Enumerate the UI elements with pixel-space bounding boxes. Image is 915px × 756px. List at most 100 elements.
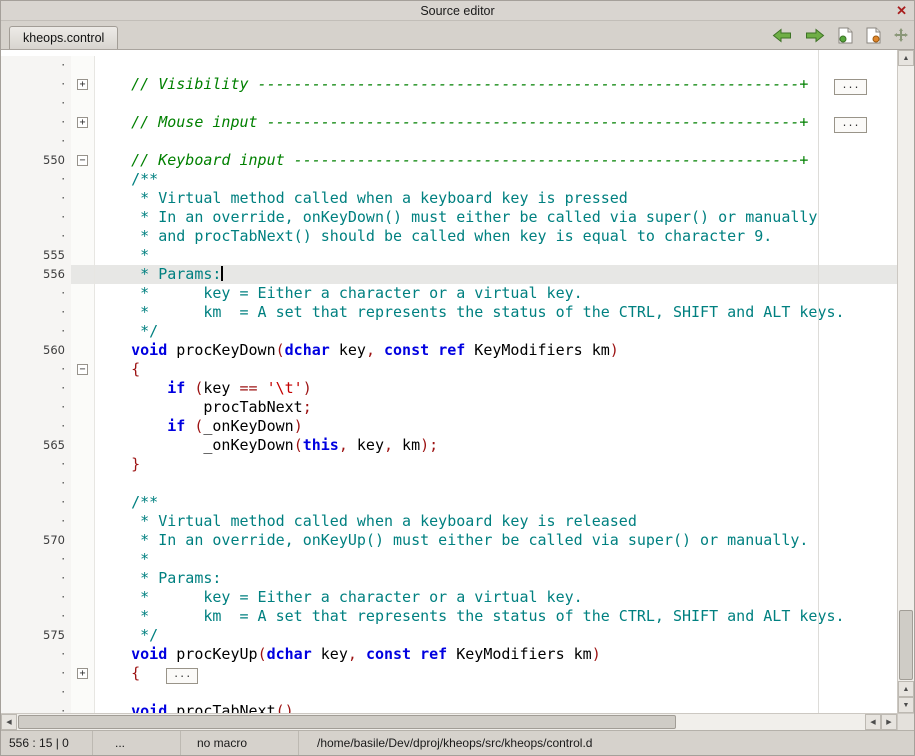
toolbar <box>772 21 908 49</box>
fold-expand-icon[interactable]: + <box>77 117 88 128</box>
code-text: // Keyboard input ----------------------… <box>95 151 897 170</box>
code-text: * In an override, onKeyDown() must eithe… <box>95 208 897 227</box>
fold-column <box>71 227 95 246</box>
scroll-right-icon[interactable]: ▶ <box>881 714 897 730</box>
fold-column <box>71 550 95 569</box>
code-line[interactable]: 555 * <box>1 246 897 265</box>
scroll-down-icon[interactable]: ▼ <box>898 697 914 713</box>
code-line[interactable]: · * Virtual method called when a keyboar… <box>1 189 897 208</box>
code-line[interactable]: · * km = A set that represents the statu… <box>1 607 897 626</box>
code-line[interactable]: 556 * Params: <box>1 265 897 284</box>
file-path: /home/basile/Dev/dproj/kheops/src/kheops… <box>299 731 914 755</box>
code-line[interactable]: · * Virtual method called when a keyboar… <box>1 512 897 531</box>
code-line[interactable]: · <box>1 132 897 151</box>
code-line[interactable]: · <box>1 56 897 75</box>
code-text: * Params: <box>95 265 897 284</box>
scroll-up-icon[interactable]: ▲ <box>898 681 914 697</box>
fold-column: − <box>71 360 95 379</box>
fold-collapse-icon[interactable]: − <box>77 364 88 375</box>
code-text: /** <box>95 493 897 512</box>
code-line[interactable]: ·+ {... <box>1 664 897 683</box>
code-line[interactable]: · procTabNext; <box>1 398 897 417</box>
code-line[interactable]: · /** <box>1 170 897 189</box>
code-line[interactable]: · /** <box>1 493 897 512</box>
back-button[interactable] <box>772 28 792 43</box>
code-line[interactable]: · * and procTabNext() should be called w… <box>1 227 897 246</box>
fold-column: − <box>71 151 95 170</box>
code-text <box>95 132 897 151</box>
collapsed-code-indicator[interactable]: ... <box>166 668 198 684</box>
fold-column <box>71 341 95 360</box>
collapsed-code-indicator[interactable]: ... <box>834 79 866 95</box>
code-line[interactable]: 575 */ <box>1 626 897 645</box>
code-line[interactable]: · if (_onKeyDown) <box>1 417 897 436</box>
code-line[interactable]: · <box>1 474 897 493</box>
fold-column <box>71 607 95 626</box>
line-number: · <box>1 208 71 227</box>
vertical-scroll-thumb[interactable] <box>899 610 913 680</box>
fold-collapse-icon[interactable]: − <box>77 155 88 166</box>
fold-expand-icon[interactable]: + <box>77 668 88 679</box>
close-icon[interactable]: ✕ <box>896 3 907 18</box>
code-line[interactable]: 550− // Keyboard input -----------------… <box>1 151 897 170</box>
code-line[interactable]: · void procTabNext() <box>1 702 897 713</box>
fold-column: + <box>71 113 95 132</box>
code-line[interactable]: 560 void procKeyDown(dchar key, const re… <box>1 341 897 360</box>
code-line[interactable]: · * key = Either a character or a virtua… <box>1 588 897 607</box>
code-line[interactable]: · * <box>1 550 897 569</box>
scroll-left-icon[interactable]: ◀ <box>865 714 881 730</box>
fold-column <box>71 493 95 512</box>
code-view[interactable]: ··+ // Visibility ----------------------… <box>1 50 897 713</box>
line-number: · <box>1 474 71 493</box>
collapsed-code-indicator[interactable]: ... <box>834 117 866 133</box>
horizontal-scroll-thumb[interactable] <box>18 715 676 729</box>
detach-icon <box>894 28 908 42</box>
scroll-up-icon[interactable]: ▲ <box>898 50 914 66</box>
detach-handle[interactable] <box>894 28 908 42</box>
code-line[interactable]: · * In an override, onKeyDown() must eit… <box>1 208 897 227</box>
code-line[interactable]: ·− { <box>1 360 897 379</box>
fold-column <box>71 303 95 322</box>
line-number: · <box>1 113 71 132</box>
fold-expand-icon[interactable]: + <box>77 79 88 90</box>
source-editor-window: Source editor ✕ kheops.control <box>0 0 915 756</box>
code-line[interactable]: · if (key == '\t') <box>1 379 897 398</box>
line-number: · <box>1 493 71 512</box>
code-text: } <box>95 455 897 474</box>
editor: ··+ // Visibility ----------------------… <box>1 49 914 730</box>
document-save-button[interactable] <box>866 27 881 44</box>
scroll-left-icon[interactable]: ◀ <box>1 714 17 730</box>
code-text <box>95 683 897 702</box>
titlebar: Source editor ✕ <box>1 1 914 21</box>
code-line[interactable]: · } <box>1 455 897 474</box>
line-number: 575 <box>1 626 71 645</box>
line-number: · <box>1 56 71 75</box>
code-text: _onKeyDown(this, key, km); <box>95 436 897 455</box>
code-text: // Visibility --------------------------… <box>95 75 897 94</box>
line-number: · <box>1 132 71 151</box>
code-line[interactable]: · <box>1 94 897 113</box>
right-margin-line <box>818 50 819 713</box>
code-text: * key = Either a character or a virtual … <box>95 588 897 607</box>
vertical-scrollbar[interactable]: ▲ ▲ ▼ <box>897 50 914 713</box>
status-extra: ... <box>93 731 181 755</box>
code-text: void procTabNext() <box>95 702 897 713</box>
tab-kheops-control[interactable]: kheops.control <box>9 26 118 49</box>
code-line[interactable]: ·+ // Mouse input ----------------------… <box>1 113 897 132</box>
forward-icon <box>805 28 825 43</box>
code-line[interactable]: · * key = Either a character or a virtua… <box>1 284 897 303</box>
code-line[interactable]: 570 * In an override, onKeyUp() must eit… <box>1 531 897 550</box>
line-number: · <box>1 75 71 94</box>
fold-column <box>71 531 95 550</box>
forward-button[interactable] <box>805 28 825 43</box>
code-line[interactable]: · void procKeyUp(dchar key, const ref Ke… <box>1 645 897 664</box>
code-line[interactable]: · + // Visibility -----------------------… <box>1 75 897 94</box>
document-load-button[interactable] <box>838 27 853 44</box>
horizontal-scrollbar[interactable]: ◀ ◀ ▶ <box>1 713 897 730</box>
code-line[interactable]: 565 _onKeyDown(this, key, km); <box>1 436 897 455</box>
fold-column <box>71 588 95 607</box>
code-line[interactable]: · * Params: <box>1 569 897 588</box>
code-line[interactable]: · * km = A set that represents the statu… <box>1 303 897 322</box>
code-line[interactable]: · */ <box>1 322 897 341</box>
code-line[interactable]: · <box>1 683 897 702</box>
